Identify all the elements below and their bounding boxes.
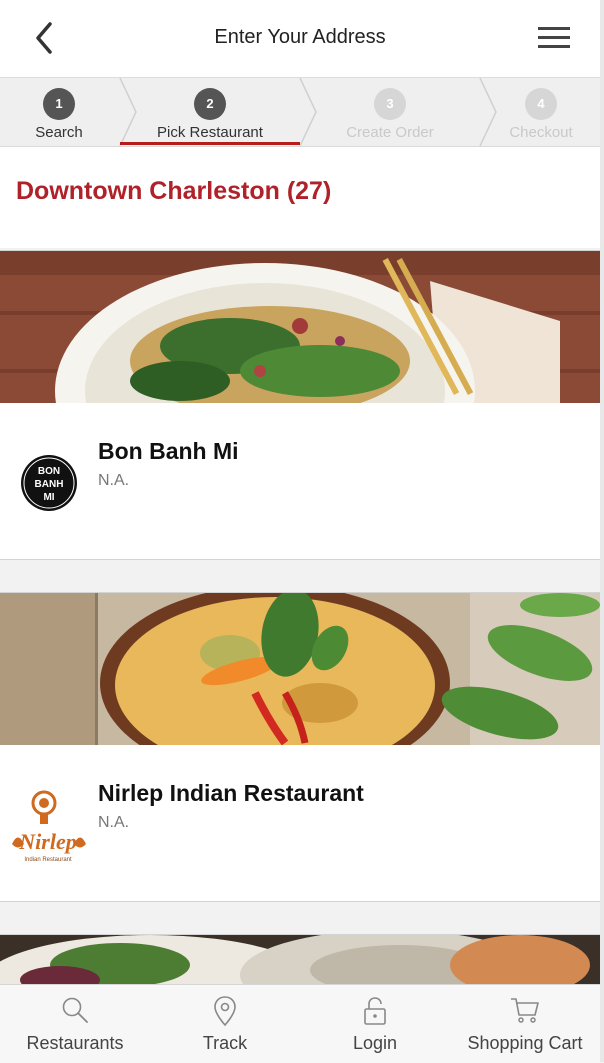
lock-icon (364, 997, 386, 1025)
nav-login[interactable]: Login (300, 985, 450, 1063)
restaurant-logo: Nirlep Indian Restaurant (10, 789, 90, 872)
step-label: Create Order (346, 124, 434, 141)
step-number: 4 (525, 88, 557, 120)
nav-track[interactable]: Track (150, 985, 300, 1063)
logo-text: Indian Restaurant (24, 857, 72, 863)
logo-text: BON (38, 466, 60, 477)
hamburger-icon (538, 27, 570, 48)
menu-button[interactable] (536, 22, 572, 54)
scrollbar[interactable] (600, 0, 604, 1062)
restaurant-subtitle: N.A. (98, 814, 130, 831)
step-create-order: 3 Create Order (300, 78, 480, 146)
restaurant-card[interactable]: Nirlep Indian Restaurant Nirlep Indian R… (0, 592, 600, 902)
step-checkout: 4 Checkout (480, 78, 602, 146)
step-number: 2 (194, 88, 226, 120)
restaurant-banner-image (0, 251, 600, 403)
search-icon (62, 997, 88, 1023)
checkout-steps: 1 Search 2 Pick Restaurant 3 Create Orde… (0, 78, 600, 147)
nav-label: Shopping Cart (467, 1033, 583, 1053)
step-label: Search (35, 124, 83, 141)
logo-text: Nirlep (18, 829, 76, 854)
location-pin-icon (214, 996, 236, 1027)
logo-text: MI (43, 492, 54, 503)
cart-icon (511, 998, 539, 1023)
location-title: Downtown Charleston (27) (16, 177, 332, 205)
step-number: 1 (43, 88, 75, 120)
restaurant-subtitle: N.A. (98, 472, 130, 489)
nav-label: Track (202, 1033, 248, 1053)
restaurant-logo: BON BANH MI (20, 454, 78, 517)
step-label: Checkout (509, 124, 573, 141)
step-number: 3 (374, 88, 406, 120)
restaurant-card[interactable]: BON BANH MI Bon Banh Mi N.A. (0, 250, 600, 560)
page-title: Enter Your Address (214, 26, 386, 48)
restaurant-name: Nirlep Indian Restaurant (98, 780, 364, 806)
app-root: Enter Your Address 1 Search 2 Pick Resta… (0, 0, 600, 1063)
nav-shopping-cart[interactable]: Shopping Cart (450, 985, 600, 1063)
step-label: Pick Restaurant (157, 124, 263, 141)
restaurant-banner-image (0, 593, 600, 745)
active-step-indicator (120, 142, 300, 145)
nav-restaurants[interactable]: Restaurants (0, 985, 150, 1063)
location-header: Downtown Charleston (27) (0, 147, 600, 248)
restaurant-name: Bon Banh Mi (98, 438, 239, 464)
step-search[interactable]: 1 Search (0, 78, 118, 146)
logo-text: BANH (35, 479, 64, 490)
nav-label: Restaurants (26, 1033, 124, 1053)
top-header: Enter Your Address (0, 0, 600, 78)
nav-label: Login (352, 1033, 398, 1053)
bottom-navigation: Restaurants Track Login Shopping Cart (0, 984, 600, 1063)
step-pick-restaurant[interactable]: 2 Pick Restaurant (120, 78, 300, 146)
